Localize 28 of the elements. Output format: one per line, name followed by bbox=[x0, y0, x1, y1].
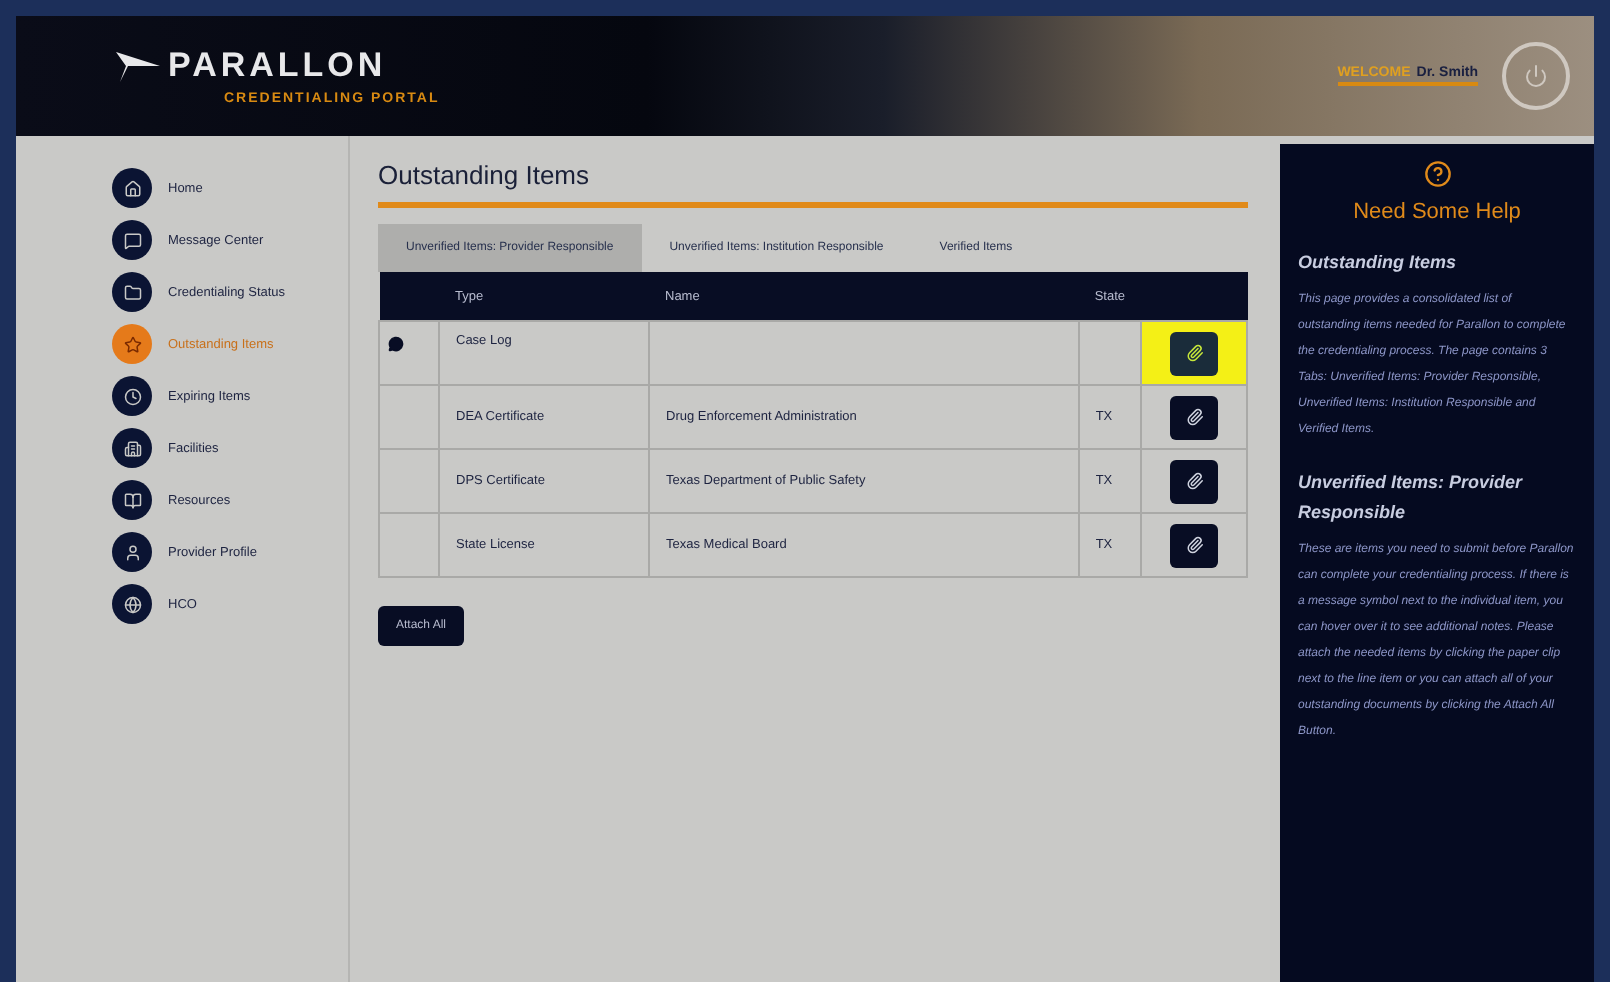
paperclip-icon bbox=[1185, 408, 1203, 426]
message-icon[interactable] bbox=[388, 336, 404, 352]
attach-button[interactable] bbox=[1170, 331, 1218, 375]
nav-icon bbox=[112, 272, 152, 312]
nav-icon bbox=[112, 220, 152, 260]
attach-button[interactable] bbox=[1170, 395, 1218, 439]
logo: PARALLON bbox=[168, 46, 389, 86]
nav-icon bbox=[112, 532, 152, 572]
table-header bbox=[379, 272, 439, 321]
page-title: Outstanding Items bbox=[378, 160, 1248, 208]
attach-button[interactable] bbox=[1170, 523, 1218, 567]
table-header bbox=[1141, 272, 1247, 321]
paperclip-icon bbox=[1185, 536, 1203, 554]
nav-icon bbox=[112, 376, 152, 416]
help-heading: Outstanding Items bbox=[1298, 250, 1459, 276]
nav-icon bbox=[112, 480, 152, 520]
help-title: Need Some Help bbox=[1351, 200, 1523, 224]
power-icon bbox=[1524, 64, 1548, 88]
nav-icon bbox=[112, 168, 152, 208]
attach-button[interactable] bbox=[1170, 459, 1218, 503]
help-icon bbox=[1423, 160, 1451, 188]
nav-icon bbox=[112, 324, 152, 364]
paperclip-icon bbox=[1185, 344, 1203, 362]
logo-arrow-icon bbox=[116, 48, 160, 84]
paperclip-icon bbox=[1185, 472, 1203, 490]
nav-icon bbox=[112, 428, 152, 468]
nav-icon bbox=[112, 584, 152, 624]
help-heading: Unverified Items: Provider Responsible bbox=[1298, 470, 1525, 526]
